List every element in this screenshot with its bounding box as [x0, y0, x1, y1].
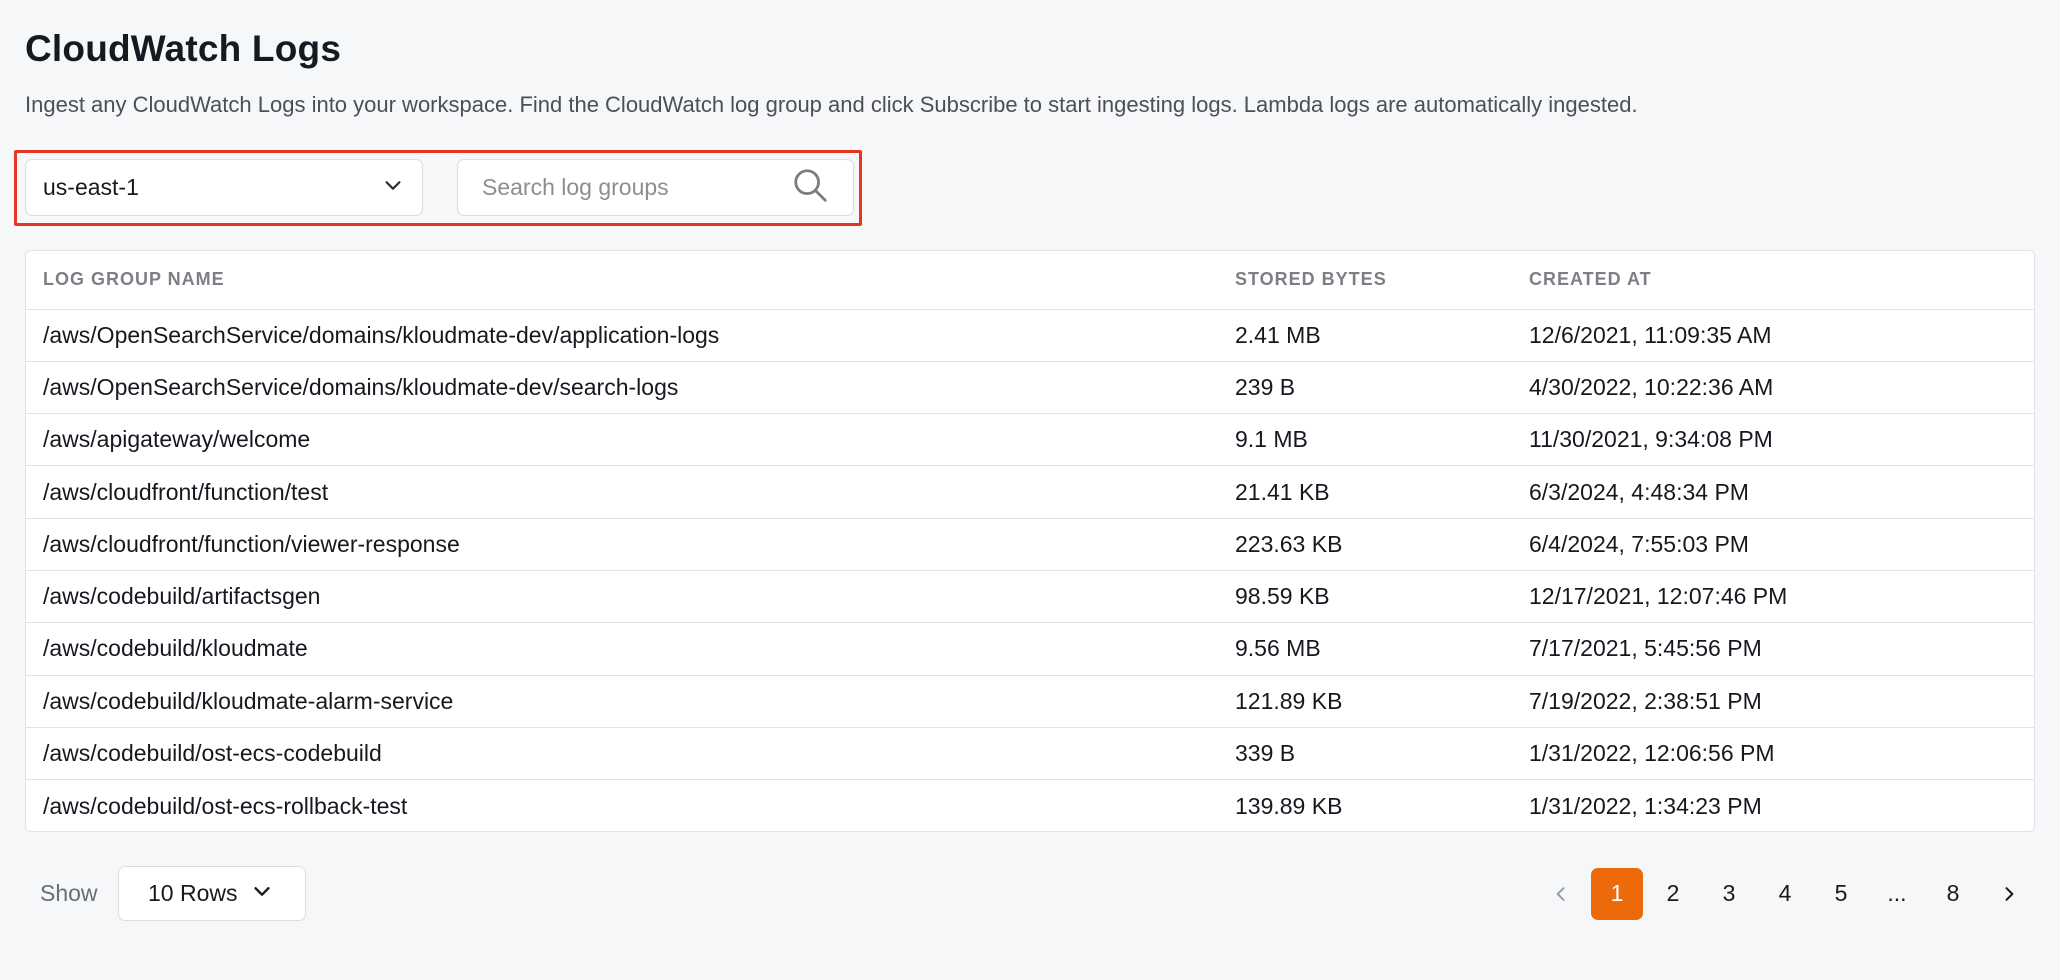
cell-created-at: 11/30/2021, 9:34:08 PM [1512, 413, 2034, 467]
show-label: Show [40, 880, 98, 906]
cell-log-group-name: /aws/codebuild/ost-ecs-codebuild [26, 727, 1218, 781]
page-button-5[interactable]: 5 [1815, 868, 1867, 920]
rows-per-page-value: 10 Rows [148, 880, 238, 906]
cell-created-at: 1/31/2022, 1:34:23 PM [1529, 792, 1762, 819]
rows-per-page-select[interactable]: 10 Rows [118, 866, 306, 921]
page-button-4[interactable]: 4 [1759, 868, 1811, 920]
search-icon[interactable] [791, 166, 829, 209]
cell-created-at: 6/3/2024, 4:48:34 PM [1512, 465, 2034, 519]
table-row[interactable]: /aws/codebuild/ost-ecs-rollback-test 139.… [26, 780, 2034, 831]
cell-stored-bytes: 2.41 MB [1218, 309, 1512, 362]
log-groups-table: LOG GROUP NAME STORED BYTES CREATED AT /… [25, 250, 2035, 832]
cell-stored-bytes: 139.89 KB [1235, 792, 1343, 819]
cell-stored-bytes: 121.89 KB [1218, 675, 1512, 728]
cell-created-at: 12/6/2021, 11:09:35 AM [1512, 309, 2034, 362]
cell-created-at: 7/19/2022, 2:38:51 PM [1512, 675, 2034, 728]
table-row[interactable]: /aws/cloudfront/function/test 21.41 KB 6/3… [26, 465, 2034, 519]
search-box [457, 159, 854, 216]
chevron-left-icon[interactable] [1535, 868, 1587, 920]
page-button-1[interactable]: 1 [1591, 867, 1643, 920]
cell-created-at: 7/17/2021, 5:45:56 PM [1512, 622, 2034, 676]
cell-created-at: 12/17/2021, 12:07:46 PM [1512, 570, 2034, 624]
table-row[interactable]: /aws/codebuild/ost-ecs-codebuild 339 B 1/3… [26, 727, 2034, 781]
cell-log-group-name: /aws/codebuild/ost-ecs-rollback-test [43, 792, 408, 819]
cell-stored-bytes: 9.56 MB [1218, 622, 1512, 676]
page-description: Ingest any CloudWatch Logs into your wor… [25, 92, 1638, 117]
table-row[interactable]: /aws/OpenSearchService/domains/kloudmate… [26, 309, 2034, 362]
column-header-log-group-name[interactable]: LOG GROUP NAME [26, 251, 1218, 310]
cell-stored-bytes: 239 B [1218, 361, 1512, 415]
region-select[interactable]: us-east-1 [25, 159, 423, 216]
cell-log-group-name: /aws/codebuild/artifactsgen [26, 570, 1218, 624]
cell-stored-bytes: 21.41 KB [1218, 465, 1512, 519]
region-select-value: us-east-1 [43, 174, 139, 200]
cell-log-group-name: /aws/codebuild/kloudmate [26, 622, 1218, 676]
pagination-ellipsis: ... [1887, 880, 1907, 906]
cell-created-at: 6/4/2024, 7:55:03 PM [1512, 518, 2034, 571]
table-header-row: LOG GROUP NAME STORED BYTES CREATED AT [26, 251, 2034, 310]
table-row[interactable]: /aws/OpenSearchService/domains/kloudmate… [26, 361, 2034, 415]
cell-log-group-name: /aws/cloudfront/function/viewer-response [26, 518, 1218, 571]
search-input[interactable] [482, 174, 791, 201]
cloudwatch-logs-page: CloudWatch Logs Ingest any CloudWatch Lo… [0, 0, 2060, 980]
cell-log-group-name: /aws/apigateway/welcome [26, 413, 1218, 467]
table-row[interactable]: /aws/apigateway/welcome 9.1 MB 11/30/2021,… [26, 413, 2034, 467]
chevron-down-icon [382, 174, 404, 202]
table-row[interactable]: /aws/codebuild/artifactsgen 98.59 KB 12/17… [26, 570, 2034, 624]
table-row[interactable]: /aws/cloudfront/function/viewer-response… [26, 518, 2034, 571]
column-header-stored-bytes[interactable]: STORED BYTES [1218, 251, 1512, 310]
chevron-down-icon [251, 880, 273, 908]
cell-log-group-name: /aws/OpenSearchService/domains/kloudmate… [26, 309, 1218, 362]
chevron-right-icon[interactable] [1983, 868, 2035, 920]
page-button-8[interactable]: 8 [1927, 868, 1979, 920]
cell-stored-bytes: 9.1 MB [1218, 413, 1512, 467]
cell-log-group-name: /aws/OpenSearchService/domains/kloudmate… [26, 361, 1218, 415]
page-button-3[interactable]: 3 [1703, 868, 1755, 920]
page-button-2[interactable]: 2 [1647, 868, 1699, 920]
cell-created-at: 1/31/2022, 12:06:56 PM [1512, 727, 2034, 781]
cell-stored-bytes: 98.59 KB [1218, 570, 1512, 624]
cell-created-at: 4/30/2022, 10:22:36 AM [1512, 361, 2034, 415]
cell-stored-bytes: 339 B [1218, 727, 1512, 781]
page-title: CloudWatch Logs [25, 28, 342, 69]
cell-stored-bytes: 223.63 KB [1218, 518, 1512, 571]
column-header-created-at[interactable]: CREATED AT [1512, 251, 2034, 310]
table-body: /aws/OpenSearchService/domains/kloudmate… [26, 309, 2034, 831]
pagination: 1 2 3 4 5... 8 [1531, 866, 2035, 921]
cell-log-group-name: /aws/codebuild/kloudmate-alarm-service [26, 675, 1218, 728]
table-row[interactable]: /aws/codebuild/kloudmate-alarm-service 12… [26, 675, 2034, 728]
table-row[interactable]: /aws/codebuild/kloudmate 9.56 MB 7/17/2021… [26, 622, 2034, 676]
cell-log-group-name: /aws/cloudfront/function/test [26, 465, 1218, 519]
